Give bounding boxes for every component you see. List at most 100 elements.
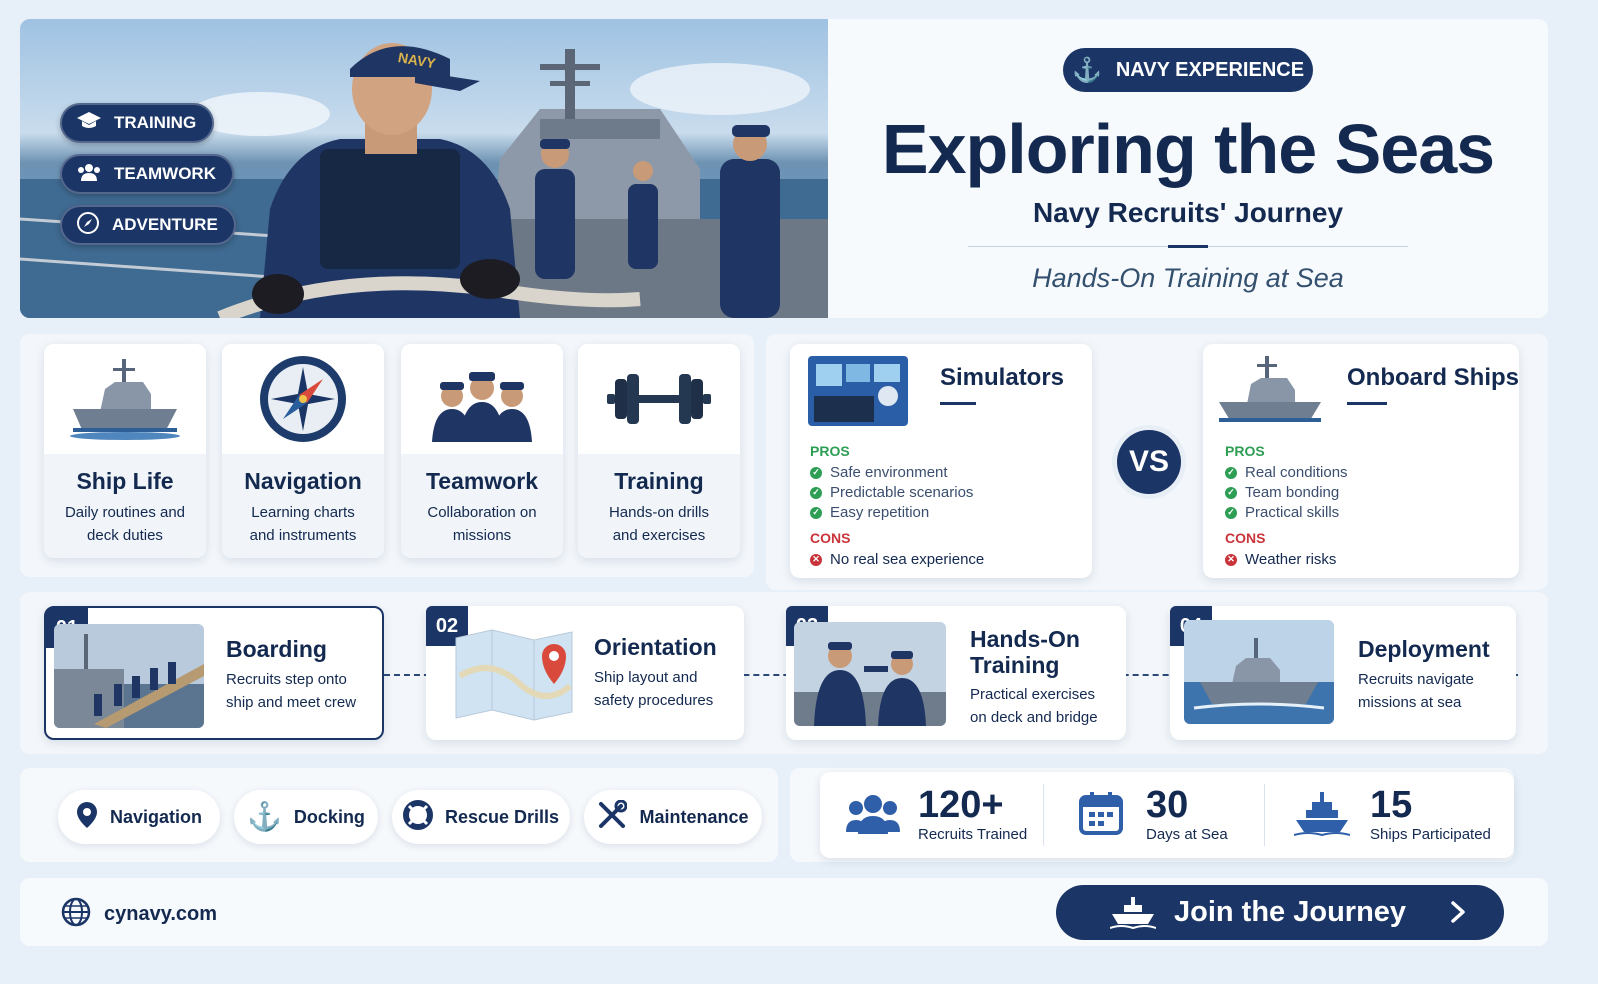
topic-title: Training — [614, 468, 704, 494]
pros-label: PROS — [1225, 443, 1265, 459]
pro-text: Easy repetition — [830, 504, 930, 521]
step-card-orientation[interactable]: 02 Orientation Ship layout and safety pro… — [426, 606, 744, 740]
topic-desc: and exercises — [612, 527, 706, 544]
skill-label: Navigation — [109, 806, 202, 827]
tagline: Hands-On Training at Sea — [1032, 263, 1344, 293]
step-title-line: Hands-On — [970, 626, 1080, 652]
compare-card-onboard-ships: Onboard Ships PROS ✓ Real conditions ✓ Tea… — [1203, 344, 1519, 578]
hero-chip-adventure[interactable]: ADVENTURE — [60, 205, 236, 245]
pro-item: ✓ Predictable scenarios — [810, 484, 973, 501]
pro-item: ✓ Safe environment — [810, 464, 948, 481]
topic-desc: Collaboration on — [427, 504, 537, 521]
topic-desc: deck duties — [87, 527, 163, 544]
topic-card-ship-life[interactable]: Ship Life Daily routines and deck duties — [44, 344, 206, 558]
hero-chip-label: TEAMWORK — [114, 164, 216, 183]
navy-experience-badge: ⚓ NAVY EXPERIENCE — [1063, 48, 1313, 92]
pro-text: Practical skills — [1245, 504, 1340, 521]
compare-title: Simulators — [940, 364, 1065, 391]
step-desc: ship and meet crew — [226, 694, 357, 711]
join-journey-button[interactable]: Join the Journey — [1056, 885, 1504, 940]
skill-pill-docking[interactable]: ⚓ Docking — [234, 790, 378, 844]
topic-desc: Learning charts — [251, 504, 355, 521]
step-desc: missions at sea — [1358, 694, 1462, 711]
skill-pill-navigation[interactable]: Navigation — [58, 790, 220, 844]
title-panel: ⚓ NAVY EXPERIENCE Exploring the Seas Nav… — [828, 19, 1548, 318]
step-title: Orientation — [594, 634, 717, 660]
dumbbell-icon — [578, 344, 740, 454]
pro-text: Team bonding — [1245, 484, 1340, 501]
stat-divider — [1043, 784, 1044, 846]
map-icon — [452, 626, 576, 727]
users-icon — [846, 792, 900, 841]
topic-desc: Daily routines and — [64, 504, 186, 521]
con-item: ✕ No real sea experience — [810, 551, 984, 568]
step-title: Deployment — [1358, 636, 1490, 662]
stat-label: Recruits Trained — [918, 826, 1028, 843]
hero-chip-teamwork[interactable]: TEAMWORK — [60, 154, 234, 194]
page-title: Exploring the Seas — [881, 110, 1495, 188]
chevron-right-icon — [1450, 900, 1466, 929]
website-link[interactable]: cynavy.com — [60, 896, 217, 933]
skill-pill-rescue-drills[interactable]: Rescue Drills — [392, 790, 570, 844]
pro-item: ✓ Practical skills — [1225, 504, 1339, 521]
step-title: Hands-On Training — [970, 626, 1080, 678]
step-title-line: Training — [970, 652, 1060, 678]
compare-title-underline — [1347, 402, 1387, 405]
check-icon: ✓ — [1225, 466, 1237, 479]
ship-icon — [1293, 792, 1351, 841]
step-desc: safety procedures — [594, 692, 714, 709]
anchor-icon: ⚓ — [247, 801, 282, 832]
topic-desc: missions — [452, 527, 512, 544]
check-icon: ✓ — [810, 466, 822, 479]
step-card-deployment[interactable]: 04 Deployment Recruits navigatemissions … — [1170, 606, 1516, 740]
topic-card-training[interactable]: Training Hands-on drills and exercises — [578, 344, 740, 558]
pro-text: Predictable scenarios — [830, 484, 974, 501]
compass-icon — [76, 211, 100, 240]
pros-label: PROS — [810, 443, 850, 459]
title-divider-accent — [1168, 245, 1208, 248]
pro-item: ✓ Team bonding — [1225, 484, 1339, 501]
stat-label: Ships Participated — [1370, 826, 1491, 843]
topic-card-navigation[interactable]: Navigation Learning charts and instrument… — [222, 344, 384, 558]
check-icon: ✓ — [810, 486, 822, 499]
hero-chip-label: ADVENTURE — [112, 215, 218, 234]
ship-icon — [1215, 354, 1325, 431]
check-icon: ✓ — [1225, 486, 1237, 499]
ship-icon — [1109, 897, 1157, 934]
stat-value: 120+ — [918, 784, 1004, 826]
pro-text: Safe environment — [830, 464, 948, 481]
anchor-icon: ⚓ — [1071, 56, 1102, 84]
stat-value: 30 — [1146, 784, 1189, 826]
x-icon: ✕ — [810, 553, 822, 566]
topic-desc: and instruments — [249, 527, 357, 544]
step-card-boarding[interactable]: 01 Boarding Recruits step ontoship and m… — [44, 606, 384, 740]
cons-label: CONS — [1225, 530, 1266, 546]
check-icon: ✓ — [810, 506, 822, 519]
hero-chip-label: TRAINING — [114, 113, 197, 132]
cta-label: Join the Journey — [1174, 896, 1407, 928]
hero-chip-training[interactable]: TRAINING — [60, 103, 215, 143]
topic-card-teamwork[interactable]: Teamwork Collaboration on missions — [401, 344, 563, 558]
calendar-icon — [1078, 790, 1124, 841]
lifebuoy-icon — [402, 799, 433, 835]
stat-value: 15 — [1370, 784, 1413, 826]
pro-item: ✓ Easy repetition — [810, 504, 929, 521]
skill-pill-maintenance[interactable]: Maintenance — [584, 790, 762, 844]
step-card-hands-on-training[interactable]: 03 Hands-OnTraining Practical exerciseso… — [786, 606, 1126, 740]
topic-card-body: Ship Life Daily routines and deck duties — [44, 454, 206, 558]
skill-label: Docking — [293, 806, 365, 827]
pro-text: Real conditions — [1245, 464, 1348, 481]
simulator-icon — [808, 356, 908, 431]
page-subtitle: Navy Recruits' Journey — [1032, 197, 1344, 228]
hero-image: NAVY TRAINING TEAMWORK ADVENTURE — [20, 19, 828, 318]
vs-badge: VS — [1117, 430, 1181, 494]
globe-icon — [60, 896, 92, 933]
step-desc: Practical exercises — [970, 686, 1096, 703]
sailors-icon — [401, 344, 563, 454]
con-text: No real sea experience — [830, 551, 985, 568]
step-desc: on deck and bridge — [970, 709, 1098, 726]
boarding-image — [54, 624, 204, 728]
badge-label: NAVY EXPERIENCE — [1115, 58, 1305, 81]
x-icon: ✕ — [1225, 553, 1237, 566]
topic-title: Ship Life — [76, 468, 174, 494]
